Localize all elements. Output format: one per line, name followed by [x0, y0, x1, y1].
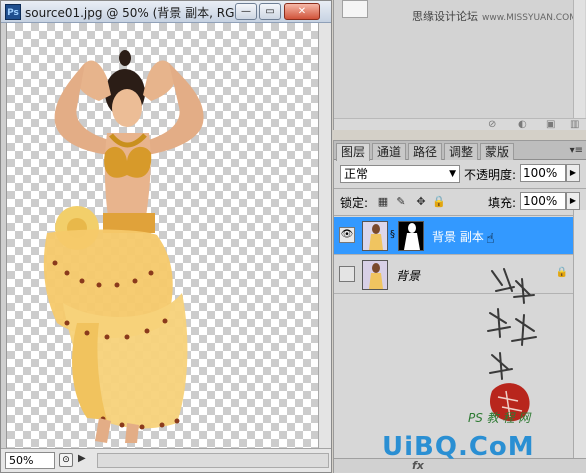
- eye-icon[interactable]: 👁: [339, 227, 355, 243]
- layer-thumbnail[interactable]: [362, 260, 388, 290]
- fill-slider-arrow-icon[interactable]: ▶: [566, 192, 580, 210]
- restore-button[interactable]: ▭: [259, 3, 281, 20]
- no-entry-icon[interactable]: ⊘: [488, 119, 496, 130]
- minimize-button[interactable]: —: [235, 3, 257, 20]
- document-title-bar[interactable]: Ps source01.jpg @ 50% (背景 副本, RG... — ▭ …: [1, 1, 331, 23]
- layer-name[interactable]: 背景 副本: [432, 228, 484, 245]
- dancer-image: [43, 50, 204, 443]
- panel-menu-icon[interactable]: ▾≡: [570, 145, 583, 156]
- lock-transparency-icon[interactable]: ▦: [376, 195, 390, 209]
- history-panel: 思缘设计论坛 www.MISSYUAN.COM ⊘ ◐ ▣ ▥: [333, 0, 586, 130]
- new-document-from-state-icon[interactable]: ◐: [518, 119, 527, 130]
- zoom-level-field[interactable]: 50%: [5, 452, 55, 469]
- forum-watermark-site: www.MISSYUAN.COM: [482, 13, 577, 23]
- document-status-bar: 50% ⊙ ▶: [1, 448, 331, 472]
- fill-field[interactable]: 100%: [520, 192, 566, 210]
- chevron-down-icon: ▼: [449, 169, 456, 179]
- layer-mask-thumbnail[interactable]: [398, 221, 424, 251]
- document-window: Ps source01.jpg @ 50% (背景 副本, RG... — ▭ …: [0, 0, 332, 473]
- new-snapshot-icon[interactable]: ▣: [546, 119, 555, 130]
- layer-thumbnail-image: [363, 261, 387, 289]
- lock-all-icon[interactable]: 🔒: [432, 195, 446, 209]
- layers-scrollbar[interactable]: [573, 210, 586, 458]
- ps-tutorial-signature: PS 教 程 网: [468, 411, 531, 425]
- photoshop-app-icon: Ps: [5, 4, 21, 20]
- lock-label: 锁定:: [340, 196, 369, 210]
- panel-divider: [334, 188, 586, 189]
- trash-icon[interactable]: ▥: [570, 119, 579, 130]
- layer-row-background-copy[interactable]: 👁 § 背景 副本 ☝: [334, 217, 574, 255]
- document-info-icon[interactable]: ⊙: [59, 453, 73, 467]
- fill-label: 填充:: [488, 196, 517, 210]
- site-logo-text: UiBQ.CoM: [382, 432, 535, 462]
- panel-divider: [334, 215, 586, 216]
- opacity-field[interactable]: 100%: [520, 164, 566, 182]
- history-panel-footer: ⊘ ◐ ▣ ▥: [334, 118, 586, 130]
- layer-mask-silhouette: [399, 222, 423, 250]
- layers-panel: 图层 通道 路径 调整 蒙版 ▾≡ 正常 ▼ 不透明度: 100% ▶ 锁定: …: [333, 140, 586, 473]
- site-logo-watermark: UiBQ.CoM: [382, 432, 535, 462]
- document-vertical-scrollbar[interactable]: [318, 23, 331, 448]
- panel-tab-bar: 图层 通道 路径 调整 蒙版 ▾≡: [334, 141, 586, 161]
- hand-cursor-icon: ☝: [486, 231, 495, 247]
- history-scrollbar[interactable]: [573, 0, 585, 118]
- opacity-slider-arrow-icon[interactable]: ▶: [566, 164, 580, 182]
- link-chain-icon[interactable]: §: [390, 229, 395, 240]
- image-canvas[interactable]: [7, 23, 318, 448]
- blend-mode-value: 正常: [344, 167, 369, 181]
- close-button[interactable]: ✕: [284, 3, 320, 20]
- forum-watermark: 思缘设计论坛 www.MISSYUAN.COM: [412, 8, 577, 24]
- opacity-label: 不透明度:: [464, 168, 517, 182]
- lock-position-icon[interactable]: ✥: [414, 195, 428, 209]
- tab-layers[interactable]: 图层: [336, 143, 371, 161]
- tab-paths[interactable]: 路径: [408, 143, 443, 160]
- eye-hidden-icon[interactable]: [339, 266, 355, 282]
- document-title: source01.jpg @ 50% (背景 副本, RG...: [25, 6, 246, 20]
- history-snapshot-thumbnail[interactable]: [342, 0, 368, 18]
- tab-masks[interactable]: 蒙版: [480, 143, 515, 160]
- document-horizontal-scrollbar[interactable]: [97, 453, 329, 468]
- forum-watermark-text: 思缘设计论坛: [412, 10, 478, 23]
- layer-thumbnail-image: [363, 222, 387, 250]
- layer-name[interactable]: 背景: [396, 267, 420, 284]
- photoshop-workspace: Ps source01.jpg @ 50% (背景 副本, RG... — ▭ …: [0, 0, 586, 473]
- layer-thumbnail[interactable]: [362, 221, 388, 251]
- tab-channels[interactable]: 通道: [372, 143, 407, 160]
- blend-mode-select[interactable]: 正常 ▼: [340, 165, 460, 183]
- tab-adjustments[interactable]: 调整: [444, 143, 479, 160]
- lock-brush-icon[interactable]: ✎: [394, 195, 408, 209]
- lock-icon: 🔒: [555, 267, 568, 278]
- status-menu-arrow-icon[interactable]: ▶: [78, 453, 86, 464]
